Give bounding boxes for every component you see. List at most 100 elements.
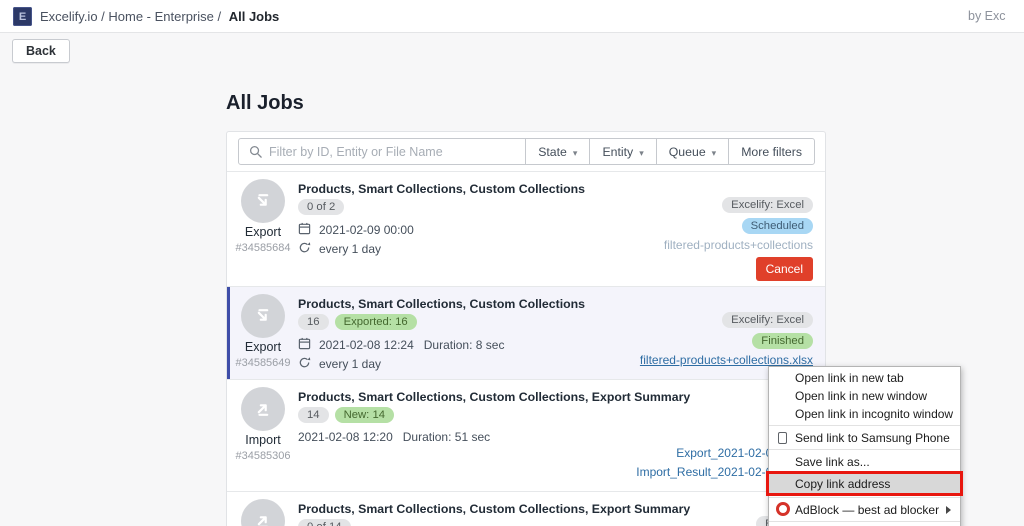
menu-item-send-link-to-phone[interactable]: Send link to Samsung Phone bbox=[769, 430, 960, 445]
menu-separator bbox=[769, 425, 960, 426]
recurrence-line: every 1 day bbox=[298, 241, 381, 257]
export-icon bbox=[241, 294, 285, 338]
job-row-export-34585649[interactable]: Export #34585649 Products, Smart Collect… bbox=[227, 286, 825, 379]
import-result-file-link[interactable]: Import_Result_2021-02-08 bbox=[636, 465, 779, 479]
job-title: Products, Smart Collections, Custom Coll… bbox=[298, 297, 585, 311]
job-id: #34585684 bbox=[227, 242, 299, 254]
repeat-icon bbox=[298, 356, 311, 372]
format-badge: Excelify: Excel bbox=[722, 312, 813, 328]
menu-item-label: Open link in new window bbox=[795, 389, 927, 403]
menu-item-save-link-as[interactable]: Save link as... bbox=[769, 454, 960, 469]
job-type: Export bbox=[227, 225, 299, 239]
menu-item-label: AdBlock — best ad blocker bbox=[795, 503, 939, 517]
jobs-card: State Entity Queue More filters Export #… bbox=[226, 131, 826, 526]
more-filters-label: More filters bbox=[741, 145, 802, 159]
badge-group: 14 New: 14 bbox=[298, 407, 394, 423]
menu-separator bbox=[769, 449, 960, 450]
context-menu: Open link in new tab Open link in new wi… bbox=[768, 366, 961, 526]
chevron-down-icon bbox=[639, 145, 644, 159]
repeat-icon bbox=[298, 241, 311, 257]
queue-filter-button[interactable]: Queue bbox=[656, 139, 728, 164]
result-badge: Exported: 16 bbox=[335, 314, 417, 330]
job-recurrence: every 1 day bbox=[319, 357, 381, 371]
export-file-link[interactable]: Export_2021-02-08 bbox=[676, 446, 779, 460]
menu-separator bbox=[769, 497, 960, 498]
topbar-right-text: by Exc bbox=[968, 0, 1006, 33]
job-date: 2021-02-08 12:24 bbox=[319, 338, 414, 352]
back-button[interactable]: Back bbox=[12, 39, 70, 63]
job-date: 2021-02-08 12:20 bbox=[298, 430, 393, 444]
topbar: E Excelify.io / Home - Enterprise / All … bbox=[0, 0, 1024, 33]
menu-item-label: Save link as... bbox=[795, 455, 870, 469]
menu-item-open-link-new-tab[interactable]: Open link in new tab bbox=[769, 370, 960, 385]
file-link[interactable]: filtered-products+collections.xlsx bbox=[640, 353, 813, 367]
count-badge: 16 bbox=[298, 314, 329, 330]
schedule-line: 2021-02-08 12:24 Duration: 8 sec bbox=[298, 337, 504, 353]
job-id: #34585306 bbox=[227, 450, 299, 462]
entity-filter-button[interactable]: Entity bbox=[589, 139, 655, 164]
menu-separator bbox=[769, 521, 960, 522]
menu-item-label: Copy link address bbox=[795, 477, 890, 491]
job-type: Import bbox=[227, 433, 299, 447]
menu-item-label: Open link in incognito window bbox=[795, 407, 953, 421]
import-icon bbox=[241, 499, 285, 526]
page-title: All Jobs bbox=[226, 92, 304, 115]
job-row-export-34585684[interactable]: Export #34585684 Products, Smart Collect… bbox=[227, 171, 825, 286]
more-filters-button[interactable]: More filters bbox=[728, 139, 814, 164]
job-duration: Duration: 8 sec bbox=[424, 338, 505, 352]
breadcrumb: Excelify.io / Home - Enterprise / All Jo… bbox=[40, 0, 279, 33]
file-name: filtered-products+collections bbox=[664, 238, 813, 252]
excelify-logo-icon[interactable]: E bbox=[13, 7, 32, 26]
import-icon bbox=[241, 387, 285, 431]
cancel-button[interactable]: Cancel bbox=[756, 257, 813, 281]
job-duration: Duration: 51 sec bbox=[403, 430, 490, 444]
progress-badge: 0 of 14 bbox=[298, 519, 351, 526]
schedule-line: 2021-02-09 00:00 bbox=[298, 222, 414, 238]
submenu-arrow-icon bbox=[946, 506, 951, 514]
chevron-down-icon bbox=[712, 145, 717, 159]
queue-filter-label: Queue bbox=[669, 145, 706, 159]
progress-badge: 0 of 2 bbox=[298, 199, 344, 215]
format-badge: Excelify: Excel bbox=[722, 197, 813, 213]
job-type: Export bbox=[227, 340, 299, 354]
job-row-import-34585306[interactable]: Import #34585306 Products, Smart Collect… bbox=[227, 379, 825, 491]
search-input[interactable] bbox=[239, 139, 525, 164]
menu-item-label: Open link in new tab bbox=[795, 371, 904, 385]
entity-filter-label: Entity bbox=[602, 145, 633, 159]
job-title: Products, Smart Collections, Custom Coll… bbox=[298, 390, 690, 404]
menu-item-adblock[interactable]: AdBlock — best ad blocker bbox=[769, 502, 960, 517]
menu-item-open-link-new-window[interactable]: Open link in new window bbox=[769, 388, 960, 403]
menu-item-open-link-incognito[interactable]: Open link in incognito window bbox=[769, 406, 960, 421]
calendar-icon bbox=[298, 337, 311, 353]
breadcrumb-current: All Jobs bbox=[229, 9, 280, 24]
filter-bar: State Entity Queue More filters bbox=[238, 138, 815, 165]
chevron-down-icon bbox=[573, 145, 578, 159]
badge-group: 16 Exported: 16 bbox=[298, 314, 417, 330]
recurrence-line: every 1 day bbox=[298, 356, 381, 372]
count-badge: 14 bbox=[298, 407, 329, 423]
job-date: 2021-02-09 00:00 bbox=[319, 223, 414, 237]
badge-group: 0 of 2 bbox=[298, 199, 344, 215]
status-badge: Finished bbox=[752, 333, 813, 349]
badge-group: 0 of 14 bbox=[298, 519, 351, 526]
result-badge: New: 14 bbox=[335, 407, 394, 423]
menu-item-copy-link-address[interactable]: Copy link address bbox=[769, 474, 960, 493]
state-filter-label: State bbox=[538, 145, 567, 159]
schedule-line: 2021-02-08 12:20 Duration: 51 sec bbox=[298, 430, 490, 444]
job-title: Products, Smart Collections, Custom Coll… bbox=[298, 182, 585, 196]
search-icon bbox=[248, 144, 263, 159]
job-id: #34585649 bbox=[227, 357, 299, 369]
breadcrumb-path[interactable]: Excelify.io / Home - Enterprise / bbox=[40, 9, 221, 24]
adblock-icon bbox=[776, 502, 790, 516]
menu-item-label: Send link to Samsung Phone bbox=[795, 431, 950, 445]
screen: E Excelify.io / Home - Enterprise / All … bbox=[0, 0, 1024, 526]
state-filter-button[interactable]: State bbox=[525, 139, 589, 164]
job-recurrence: every 1 day bbox=[319, 242, 381, 256]
calendar-icon bbox=[298, 222, 311, 238]
export-icon bbox=[241, 179, 285, 223]
job-row-partial[interactable]: Products, Smart Collections, Custom Coll… bbox=[227, 491, 825, 526]
status-badge: Scheduled bbox=[742, 218, 813, 234]
search-field bbox=[239, 139, 525, 164]
job-title: Products, Smart Collections, Custom Coll… bbox=[298, 502, 690, 516]
phone-icon bbox=[778, 432, 787, 444]
